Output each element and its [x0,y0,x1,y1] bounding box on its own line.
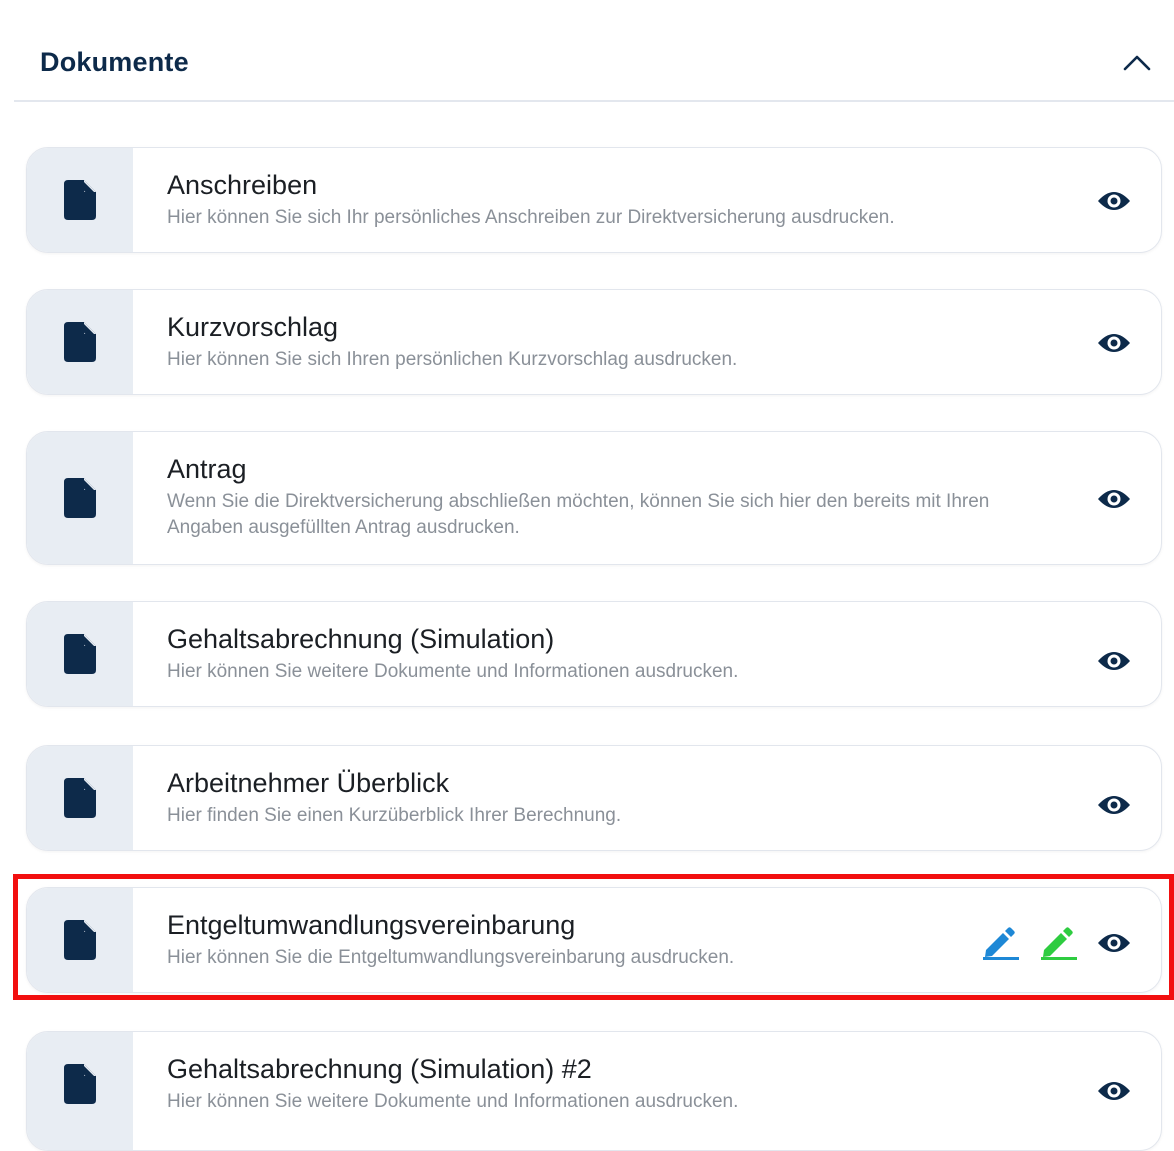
document-description: Hier können Sie weitere Dokumente und In… [167,661,739,682]
document-icon-box [27,602,133,706]
highlight-box [13,874,1174,1000]
document-icon-box [27,148,133,252]
document-card-kurzvorschlag[interactable]: Kurzvorschlag Hier können Sie sich Ihren… [26,289,1162,395]
document-icon [64,180,96,220]
document-title: Arbeitnehmer Überblick [167,768,450,798]
eye-icon[interactable] [1097,793,1131,817]
document-description: Hier können Sie weitere Dokumente und In… [167,1091,739,1112]
document-icon-box [27,290,133,394]
eye-icon[interactable] [1097,331,1131,355]
document-icon [64,778,96,818]
eye-icon[interactable] [1097,649,1131,673]
document-title: Kurzvorschlag [167,312,339,342]
eye-icon[interactable] [1097,189,1131,213]
document-description: Hier können Sie sich Ihren persönlichen … [167,349,738,370]
chevron-up-icon[interactable] [1122,52,1152,74]
document-title: Gehaltsabrechnung (Simulation) [167,624,555,654]
document-title: Gehaltsabrechnung (Simulation) #2 [167,1054,592,1084]
document-description: Wenn Sie die Direktversicherung abschlie… [167,491,990,538]
document-icon-box [27,746,133,850]
document-card-arbeitnehmer-ueberblick[interactable]: Arbeitnehmer Überblick Hier finden Sie e… [26,745,1162,851]
eye-icon[interactable] [1097,1079,1131,1103]
document-description: Hier finden Sie einen Kurzüberblick Ihre… [167,805,622,826]
document-title: Anschreiben [167,170,318,200]
section-header: Dokumente [14,0,1174,102]
document-icon [64,634,96,674]
document-card-antrag[interactable]: Antrag Wenn Sie die Direktversicherung a… [26,431,1162,565]
eye-icon[interactable] [1097,487,1131,511]
document-icon [64,478,96,518]
document-title: Antrag [167,454,247,484]
document-icon [64,322,96,362]
document-card-gehaltsabrechnung-2[interactable]: Gehaltsabrechnung (Simulation) #2 Hier k… [26,1031,1162,1151]
document-card-anschreiben[interactable]: Anschreiben Hier können Sie sich Ihr per… [26,147,1162,253]
document-icon-box [27,1032,133,1150]
section-title: Dokumente [40,47,189,77]
document-icon-box [27,432,133,564]
document-description: Hier können Sie sich Ihr persönliches An… [167,207,895,228]
document-card-gehaltsabrechnung[interactable]: Gehaltsabrechnung (Simulation) Hier könn… [26,601,1162,707]
document-icon [64,1064,96,1104]
